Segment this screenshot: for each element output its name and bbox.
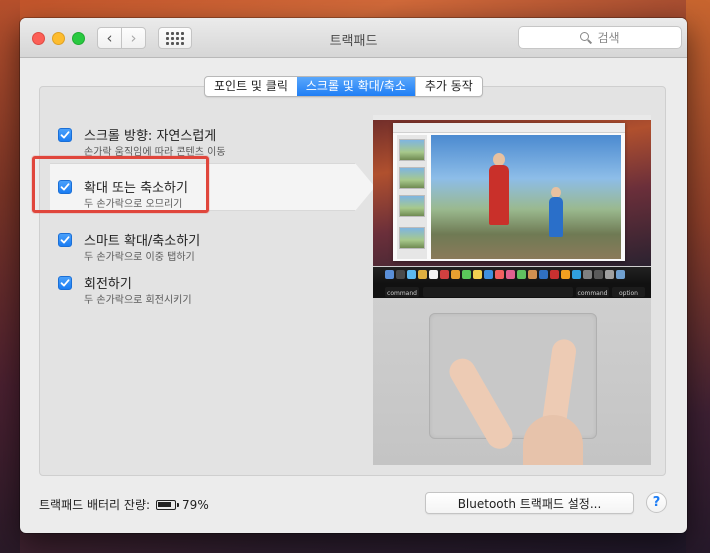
search-icon (580, 31, 592, 44)
preview-thumbnail (399, 167, 425, 189)
option-title: 스마트 확대/축소하기 (84, 234, 201, 249)
tab-bar: 포인트 및 클릭 스크롤 및 확대/축소 추가 동작 (204, 76, 483, 97)
option-title: 회전하기 (84, 277, 132, 292)
gesture-preview-video: command command option (373, 115, 651, 465)
option-zoom-in-out[interactable]: 확대 또는 축소하기 두 손가락으로 오므리기 (58, 177, 378, 217)
option-smart-zoom[interactable]: 스마트 확대/축소하기 두 손가락으로 이중 탭하기 (58, 230, 378, 270)
option-title: 확대 또는 축소하기 (84, 181, 188, 196)
tab-more-gestures[interactable]: 추가 동작 (414, 77, 482, 96)
preview-menubar (373, 115, 651, 120)
checkmark-icon (60, 236, 70, 244)
scroll-direction-checkbox[interactable] (58, 128, 72, 142)
preview-photo-hiker (489, 165, 509, 225)
preview-app-toolbar (393, 123, 625, 133)
preview-thumbnail (399, 195, 425, 217)
preview-thumbnail-strip (397, 135, 427, 259)
battery-icon (156, 499, 180, 510)
zoom-in-out-checkbox[interactable] (58, 180, 72, 194)
tab-point-and-click[interactable]: 포인트 및 클릭 (205, 77, 297, 96)
option-title: 스크롤 방향: 자연스럽게 (84, 129, 217, 144)
rotate-checkbox[interactable] (58, 276, 72, 290)
preview-photo-child (549, 197, 563, 237)
checkmark-icon (60, 279, 70, 287)
desktop-wallpaper-left (0, 0, 20, 553)
checkmark-icon (60, 183, 70, 191)
option-scroll-direction[interactable]: 스크롤 방향: 자연스럽게 손가락 움직임에 따라 콘텐츠 이동 (58, 125, 378, 165)
titlebar: ‹ › 트랙패드 검색 (20, 18, 687, 58)
bluetooth-trackpad-setup-button[interactable]: Bluetooth 트랙패드 설정... (425, 492, 634, 514)
option-subtitle: 손가락 움직임에 따라 콘텐츠 이동 (84, 147, 226, 158)
checkmark-icon (60, 131, 70, 139)
preview-dock-icons (385, 270, 625, 279)
option-rotate[interactable]: 회전하기 두 손가락으로 회전시키기 (58, 273, 378, 313)
battery-label: 트랙패드 배터리 잔량: (39, 498, 151, 512)
help-button[interactable]: ? (646, 492, 667, 513)
option-subtitle: 두 손가락으로 이중 탭하기 (84, 252, 195, 263)
preferences-window: ‹ › 트랙패드 검색 포인트 및 클릭 스크롤 및 확대/축소 추가 동작 스… (20, 18, 687, 533)
preview-main-photo (431, 135, 621, 259)
smart-zoom-checkbox[interactable] (58, 233, 72, 247)
preview-spacebar (423, 287, 573, 297)
settings-panel: 스크롤 방향: 자연스럽게 손가락 움직임에 따라 콘텐츠 이동 확대 또는 축… (39, 86, 666, 476)
preview-thumbnail (399, 139, 425, 161)
option-subtitle: 두 손가락으로 오므리기 (84, 199, 183, 210)
preview-key: option (612, 287, 645, 297)
battery-status: 트랙패드 배터리 잔량: 79% (39, 496, 209, 513)
search-placeholder: 검색 (597, 31, 620, 45)
preview-key: command (385, 287, 419, 297)
preview-photos-window (393, 123, 625, 261)
tab-scroll-and-zoom[interactable]: 스크롤 및 확대/축소 (296, 77, 415, 96)
search-field[interactable]: 검색 (518, 26, 682, 49)
battery-percent: 79% (182, 497, 209, 512)
preview-key: command (576, 287, 609, 297)
desktop-wallpaper-right (686, 0, 710, 553)
preview-dock (373, 267, 651, 284)
preview-screen (373, 115, 651, 266)
preview-thumbnail (399, 227, 425, 249)
option-subtitle: 두 손가락으로 회전시키기 (84, 295, 192, 306)
